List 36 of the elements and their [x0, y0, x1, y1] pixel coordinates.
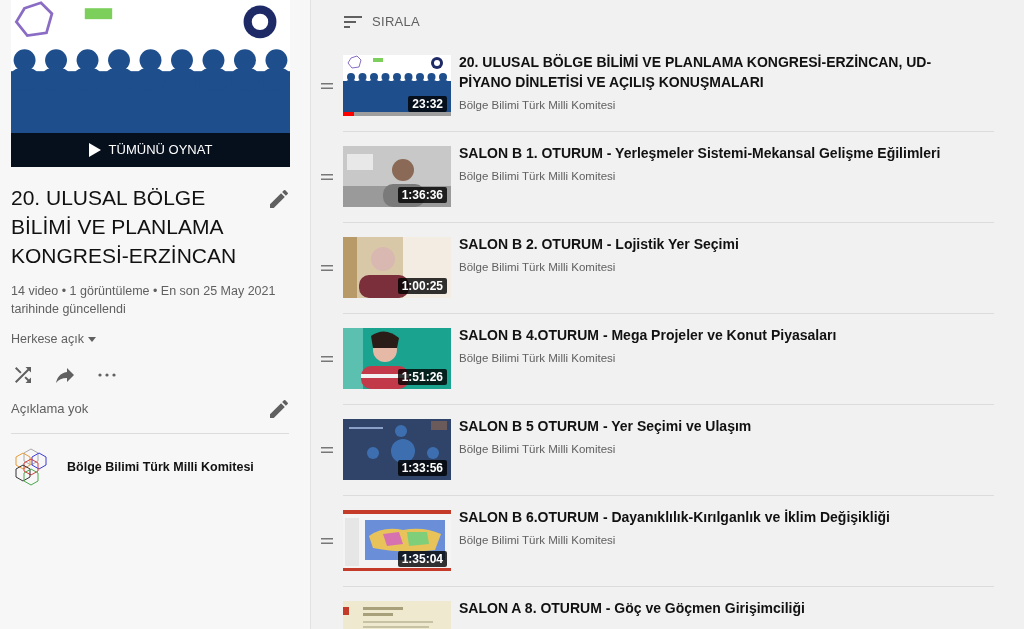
- channel-name[interactable]: Bölge Bilimi Türk Milli Komitesi: [459, 167, 979, 185]
- description-text: Açıklama yok: [11, 400, 89, 418]
- channel-name[interactable]: Bölge Bilimi Türk Milli Komitesi: [459, 96, 979, 114]
- channel-name[interactable]: Bölge Bilimi Türk Milli Komitesi: [459, 440, 979, 458]
- video-title[interactable]: 20. ULUSAL BÖLGE BİLİMİ VE PLANLAMA KONGRESİ-ERZİNCAN, UD-PİYANO DİNLETİSİ VE AÇILIŞ KONUŞMALARI: [459, 51, 979, 92]
- video-duration: 1:51:26: [397, 369, 447, 385]
- video-duration: 1:36:36: [397, 187, 447, 203]
- drag-handle-icon[interactable]: [321, 446, 333, 453]
- sort-icon: [344, 15, 362, 28]
- channel-name[interactable]: Bölge Bilimi Türk Milli Komitesi: [459, 531, 979, 549]
- visibility-dropdown[interactable]: Herkese açık: [11, 330, 96, 349]
- sort-button[interactable]: SIRALA: [344, 12, 421, 32]
- playlist-title: 20. ULUSAL BÖLGE BİLİMİ VE PLANLAMA KONGRESİ-ERZİNCAN: [11, 185, 238, 269]
- play-all-button[interactable]: TÜMÜNÜ OYNAT: [11, 133, 290, 167]
- drag-handle-icon[interactable]: [321, 264, 333, 271]
- channel-link[interactable]: Bölge Bilimi Türk Milli Komitesi: [67, 458, 254, 478]
- play-icon: [88, 143, 101, 157]
- caret-icon: [87, 336, 96, 342]
- video-duration: 1:35:04: [397, 551, 447, 567]
- channel-name[interactable]: Bölge Bilimi Türk Milli Komitesi: [459, 349, 979, 367]
- video-duration: 23:32: [408, 96, 447, 112]
- drag-handle-icon[interactable]: [321, 537, 333, 544]
- video-title[interactable]: SALON B 4.OTURUM - Mega Projeler ve Konut Piyasaları: [459, 324, 979, 345]
- video-title[interactable]: SALON B 2. OTURUM - Lojistik Yer Seçimi: [459, 233, 979, 254]
- video-title[interactable]: SALON B 6.OTURUM - Dayanıklılık-Kırılganlık ve İklim Değişikliği: [459, 506, 979, 527]
- drag-handle-icon[interactable]: [321, 82, 333, 89]
- video-duration: 1:33:56: [397, 460, 447, 476]
- video-title[interactable]: SALON A 8. OTURUM - Göç ve Göçmen Girişimciliği: [459, 597, 979, 618]
- channel-name[interactable]: Bölge Bilimi Türk Milli Komitesi: [459, 258, 979, 276]
- video-duration: 1:00:25: [397, 278, 447, 294]
- playlist-stats: 14 video • 1 görüntüleme • En son 25 May 2021 tarihinde güncellendi: [11, 283, 277, 318]
- edit-icon[interactable]: [267, 187, 291, 211]
- drag-handle-icon[interactable]: [321, 173, 333, 180]
- video-title[interactable]: SALON B 1. OTURUM - Yerleşmeler Sistemi-Mekansal Gelişme Eğilimleri: [459, 142, 979, 163]
- drag-handle-icon[interactable]: [321, 355, 333, 362]
- video-title[interactable]: SALON B 5 OTURUM - Yer Seçimi ve Ulaşım: [459, 415, 979, 436]
